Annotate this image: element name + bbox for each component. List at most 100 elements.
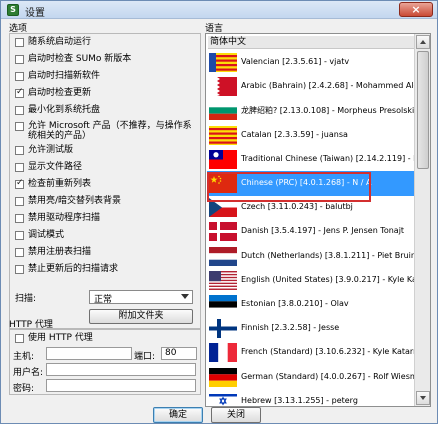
language-item-label: Danish [3.5.4.197] - Jens P. Jensen Tona… xyxy=(241,226,405,236)
option-item[interactable]: 禁用注册表扫描 xyxy=(15,247,91,259)
germany-flag-icon xyxy=(209,367,237,387)
language-list-item[interactable]: Traditional Chinese (Taiwan) [2.14.2.119… xyxy=(207,147,430,172)
option-checkbox[interactable] xyxy=(15,178,24,189)
use-proxy-checkbox[interactable] xyxy=(15,334,24,343)
option-item[interactable]: 禁用驱动程序扫描 xyxy=(15,213,100,225)
denmark-flag-icon xyxy=(209,222,237,242)
option-label: 禁用驱动程序扫描 xyxy=(28,213,101,223)
scan-row: 扫描: xyxy=(15,292,36,306)
option-item[interactable]: 检查前重新列表 xyxy=(15,178,92,191)
option-checkbox[interactable] xyxy=(15,87,24,98)
option-label: 调试模式 xyxy=(28,230,65,240)
language-list-item[interactable]: 龙脾绍粕? [2.13.0.108] - Morpheus Presolski xyxy=(207,98,415,123)
usa-flag-icon xyxy=(209,270,237,290)
language-list-item[interactable]: Finnish [2.3.2.58] - Jesse xyxy=(207,316,415,341)
language-item-label: Dutch (Netherlands) [3.8.1.211] - Piet B… xyxy=(241,250,431,260)
scan-mode-select[interactable]: 正常 xyxy=(89,290,193,305)
language-list-item[interactable]: German (Standard) [4.0.0.267] - Rolf Wie… xyxy=(207,365,430,390)
scroll-down-arrow-icon[interactable] xyxy=(416,391,430,405)
language-list-item[interactable]: Estonian [3.8.0.210] - Olav xyxy=(207,292,415,317)
language-panel: 语言 简体中文 Valencian [2.3.5.61] - vjatv Arab… xyxy=(205,21,433,407)
option-checkbox[interactable] xyxy=(15,106,24,115)
option-label: 禁止更新后的扫描请求 xyxy=(28,264,119,274)
option-checkbox[interactable] xyxy=(15,197,24,206)
option-checkbox[interactable] xyxy=(15,146,24,155)
username-input[interactable] xyxy=(46,363,196,376)
bahrain-flag-icon xyxy=(209,77,237,97)
language-list-scrollbar[interactable] xyxy=(414,34,430,406)
language-list-item[interactable]: Hebrew [3.13.1.255] - peterg xyxy=(207,389,415,406)
option-checkbox[interactable] xyxy=(15,248,24,257)
language-item-label: French (Standard) [3.10.6.232] - Kyle Ka… xyxy=(241,347,419,357)
language-list-item[interactable]: Catalan [2.3.3.59] - juansa xyxy=(207,123,415,148)
language-item-label: Arabic (Bahrain) [2.4.2.68] - Mohammed A… xyxy=(241,81,431,91)
option-item[interactable]: 允许测试版 xyxy=(15,145,73,157)
option-item[interactable]: 禁用亮/暗交替列表背景 xyxy=(15,196,121,208)
language-list-item[interactable]: Czech [3.11.0.243] - balutbj xyxy=(207,195,415,220)
language-item-label: Estonian [3.8.0.210] - Olav xyxy=(241,299,349,308)
option-checkbox[interactable] xyxy=(15,72,24,81)
option-label: 最小化到系统托盘 xyxy=(28,105,101,115)
scroll-up-arrow-icon[interactable] xyxy=(416,35,430,49)
port-label: 端口: xyxy=(134,352,156,362)
option-item[interactable]: 最小化到系统托盘 xyxy=(15,105,100,117)
language-list-item[interactable]: Arabic (Bahrain) [2.4.2.68] - Mohammed A… xyxy=(207,74,430,99)
host-label: 主机: xyxy=(13,352,35,362)
port-input[interactable]: 80 xyxy=(161,347,197,360)
option-label: 允许测试版 xyxy=(28,145,74,155)
http-proxy-panel: HTTP 代理 使用 HTTP 代理 主机: 端口: 80 用户名: 密码: xyxy=(9,317,201,395)
option-label: 禁用亮/暗交替列表背景 xyxy=(28,196,122,206)
option-checkbox[interactable] xyxy=(15,122,24,131)
window-close-button[interactable]: × xyxy=(399,2,433,17)
language-list-item[interactable]: Danish [3.5.4.197] - Jens P. Jensen Tona… xyxy=(207,219,415,244)
netherlands-flag-icon xyxy=(209,246,237,266)
language-list-item[interactable]: Dutch (Netherlands) [3.8.1.211] - Piet B… xyxy=(207,244,430,269)
option-label: 启动时扫描新软件 xyxy=(28,71,101,81)
options-section-title: 选项 xyxy=(9,24,28,34)
host-input[interactable] xyxy=(46,347,132,360)
language-list-header: 简体中文 xyxy=(208,36,414,49)
bulgaria-flag-icon xyxy=(209,101,237,121)
language-item-label: Catalan [2.3.3.59] - juansa xyxy=(241,129,348,139)
close-button[interactable]: 关闭 xyxy=(211,407,261,423)
language-item-label: Valencian [2.3.5.61] - vjatv xyxy=(241,57,350,66)
password-label: 密码: xyxy=(13,384,35,394)
option-label: 显示文件路径 xyxy=(28,162,83,172)
scan-mode-value: 正常 xyxy=(94,295,113,305)
http-proxy-section-title: HTTP 代理 xyxy=(9,320,53,330)
option-checkbox[interactable] xyxy=(15,231,24,240)
option-label: 检查前重新列表 xyxy=(28,179,92,189)
use-proxy-option[interactable]: 使用 HTTP 代理 xyxy=(15,333,93,345)
ok-button[interactable]: 确定 xyxy=(153,407,203,423)
language-list[interactable]: 简体中文 Valencian [2.3.5.61] - vjatv Arabic … xyxy=(205,33,431,407)
option-item[interactable]: 启动时扫描新软件 xyxy=(15,71,100,83)
language-item-label: Hebrew [3.13.1.255] - peterg xyxy=(241,395,358,405)
language-item-label: Traditional Chinese (Taiwan) [2.14.2.119… xyxy=(241,153,431,163)
language-item-label: 龙脾绍粕? [2.13.0.108] - Morpheus Presolski xyxy=(241,106,415,116)
option-checkbox[interactable] xyxy=(15,55,24,64)
language-list-item[interactable]: Chinese (PRC) [4.0.1.268] - N / A xyxy=(207,171,415,196)
option-item[interactable]: 调试模式 xyxy=(15,230,64,242)
settings-window: S 设置 × 选项 扫描: 正常 附加文件夹 随系统启动运行 启动时检查 SUMo… xyxy=(0,0,438,424)
option-label: 允许 Microsoft 产品（不推荐，与操作系统相关的产品） xyxy=(28,121,192,141)
language-list-item[interactable]: Valencian [2.3.5.61] - vjatv xyxy=(207,50,415,75)
scrollbar-thumb[interactable] xyxy=(417,51,429,169)
language-item-label: Chinese (PRC) [4.0.1.268] - N / A xyxy=(241,178,372,187)
option-item[interactable]: 禁止更新后的扫描请求 xyxy=(15,264,118,276)
scan-label: 扫描: xyxy=(15,293,37,304)
option-item[interactable]: 显示文件路径 xyxy=(15,162,82,174)
option-checkbox[interactable] xyxy=(15,265,24,274)
password-input[interactable] xyxy=(46,379,196,392)
language-item-label: English (United States) [3.9.0.217] - Ky… xyxy=(241,274,431,284)
language-list-item[interactable]: French (Standard) [3.10.6.232] - Kyle Ka… xyxy=(207,340,419,365)
option-checkbox[interactable] xyxy=(15,38,24,47)
option-item[interactable]: 启动时检查 SUMo 新版本 xyxy=(15,54,131,66)
option-checkbox[interactable] xyxy=(15,214,24,223)
option-label: 启动时检查 SUMo 新版本 xyxy=(28,54,132,64)
option-item[interactable]: 启动时检查更新 xyxy=(15,87,91,100)
option-checkbox[interactable] xyxy=(15,163,24,172)
option-item[interactable]: 随系统启动运行 xyxy=(15,37,91,49)
language-list-item[interactable]: English (United States) [3.9.0.217] - Ky… xyxy=(207,268,430,293)
option-item[interactable]: 允许 Microsoft 产品（不推荐，与操作系统相关的产品） xyxy=(15,121,198,141)
options-panel: 选项 扫描: 正常 附加文件夹 随系统启动运行 启动时检查 SUMo 新版本 启动时… xyxy=(9,21,201,329)
